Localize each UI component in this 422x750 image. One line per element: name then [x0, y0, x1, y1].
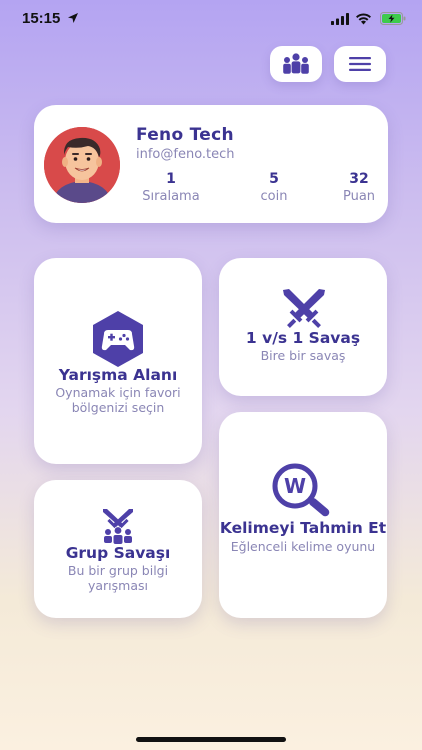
location-arrow-icon: [68, 13, 78, 23]
crossed-swords-icon: [283, 289, 325, 328]
stat-points: 32 Puan: [334, 171, 384, 204]
stat-rank-label: Sıralama: [142, 189, 200, 204]
svg-text:W: W: [284, 474, 306, 498]
group-battle-title: Grup Savaşı: [65, 544, 171, 562]
users-button[interactable]: [270, 46, 322, 82]
battery-charging-icon: [380, 12, 406, 25]
stat-rank: 1 Sıralama: [136, 171, 206, 204]
stat-coin-value: 5: [269, 171, 279, 187]
home-indicator[interactable]: [136, 737, 286, 742]
status-time: 15:15: [22, 10, 61, 27]
users-group-icon: [283, 53, 309, 74]
competition-area-subtitle: Oynamak için favori bölgenizi seçin: [55, 385, 181, 415]
group-battle-subtitle: Bu bir grup bilgi yarışması: [67, 563, 169, 593]
gamepad-hexagon-icon: [93, 311, 143, 367]
guess-word-tile[interactable]: W Kelimeyi Tahmin Et Eğlenceli kelime oy…: [219, 412, 387, 618]
duel-title: 1 v/s 1 Savaş: [245, 329, 361, 347]
stat-coin-label: coin: [260, 189, 288, 204]
hamburger-menu-icon: [349, 57, 371, 71]
wifi-icon: [356, 13, 371, 25]
group-battle-icon: [103, 509, 133, 544]
profile-name: Feno Tech: [136, 125, 234, 145]
group-battle-tile[interactable]: Grup Savaşı Bu bir grup bilgi yarışması: [34, 480, 202, 618]
duel-subtitle: Bire bir savaş: [260, 348, 346, 363]
status-bar: 15:15: [0, 0, 422, 42]
guess-word-subtitle: Eğlenceli kelime oyunu: [230, 539, 376, 554]
stat-rank-value: 1: [166, 171, 176, 187]
menu-button[interactable]: [334, 46, 386, 82]
cellular-signal-icon: [331, 13, 349, 25]
competition-area-tile[interactable]: Yarışma Alanı Oynamak için favori bölgen…: [34, 258, 202, 464]
stat-points-label: Puan: [342, 189, 376, 204]
profile-email: info@feno.tech: [136, 147, 235, 162]
duel-tile[interactable]: 1 v/s 1 Savaş Bire bir savaş: [219, 258, 387, 396]
profile-card[interactable]: Feno Tech info@feno.tech 1 Sıralama 5 co…: [34, 105, 388, 223]
word-search-icon: W: [272, 463, 330, 517]
stat-coin: 5 coin: [244, 171, 304, 204]
stat-points-value: 32: [349, 171, 369, 187]
guess-word-title: Kelimeyi Tahmin Et: [219, 519, 387, 537]
competition-area-title: Yarışma Alanı: [58, 366, 178, 384]
avatar: [44, 127, 120, 203]
